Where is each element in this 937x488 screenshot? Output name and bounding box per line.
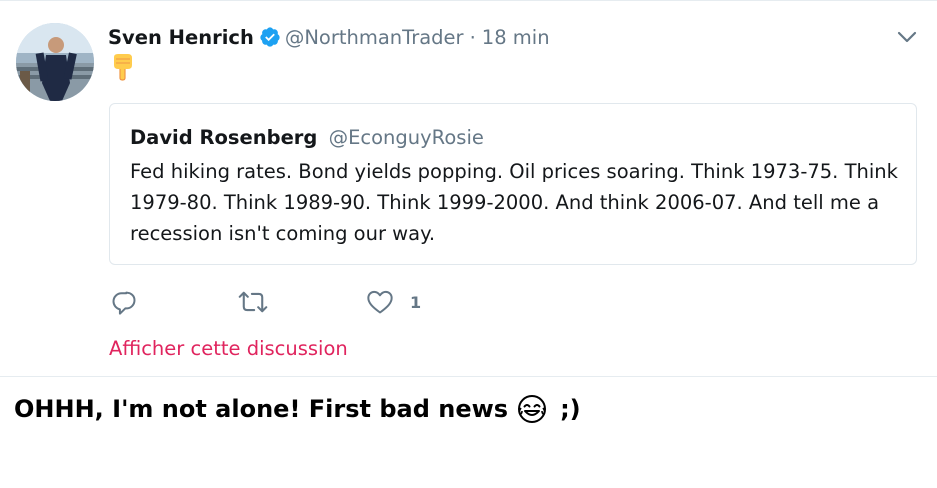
comment-line: OHHH, I'm not alone! First bad news ;)	[14, 393, 581, 425]
chevron-down-icon[interactable]	[897, 29, 917, 43]
retweet-icon	[238, 291, 268, 313]
reply-button[interactable]	[110, 288, 140, 316]
tweet-timestamp[interactable]: 18 min	[482, 26, 550, 49]
tweet-actions: 1	[110, 285, 421, 319]
quoted-tweet[interactable]: David Rosenberg @EconguyRosie Fed hiking…	[109, 103, 917, 265]
verified-badge-icon	[259, 26, 281, 48]
like-button[interactable]: 1	[366, 289, 421, 315]
retweet-button[interactable]	[238, 288, 268, 316]
show-thread-link[interactable]: Afficher cette discussion	[109, 337, 348, 360]
quoted-tweet-text: Fed hiking rates. Bond yields popping. O…	[130, 160, 898, 245]
tears-of-joy-emoji	[516, 393, 548, 425]
quoted-author-name: David Rosenberg	[130, 126, 318, 149]
tweet-card: Sven Henrich @NorthmanTrader · 18 min Da…	[0, 0, 937, 377]
tweet-header: Sven Henrich @NorthmanTrader · 18 min	[108, 23, 550, 51]
quoted-author-handle: @EconguyRosie	[328, 126, 484, 149]
header-separator: ·	[469, 25, 476, 49]
author-name[interactable]: Sven Henrich	[108, 26, 254, 49]
avatar-photo	[16, 23, 94, 101]
like-count: 1	[410, 292, 422, 312]
comment-text: OHHH, I'm not alone! First bad news	[14, 395, 509, 423]
comment-suffix: ;)	[560, 395, 581, 423]
heart-icon	[367, 290, 393, 314]
reply-icon	[112, 291, 136, 315]
author-handle[interactable]: @NorthmanTrader	[285, 26, 464, 49]
avatar[interactable]	[16, 23, 94, 101]
pointing-down-emoji	[110, 53, 136, 81]
quoted-tweet-header: David Rosenberg @EconguyRosie	[130, 126, 484, 149]
